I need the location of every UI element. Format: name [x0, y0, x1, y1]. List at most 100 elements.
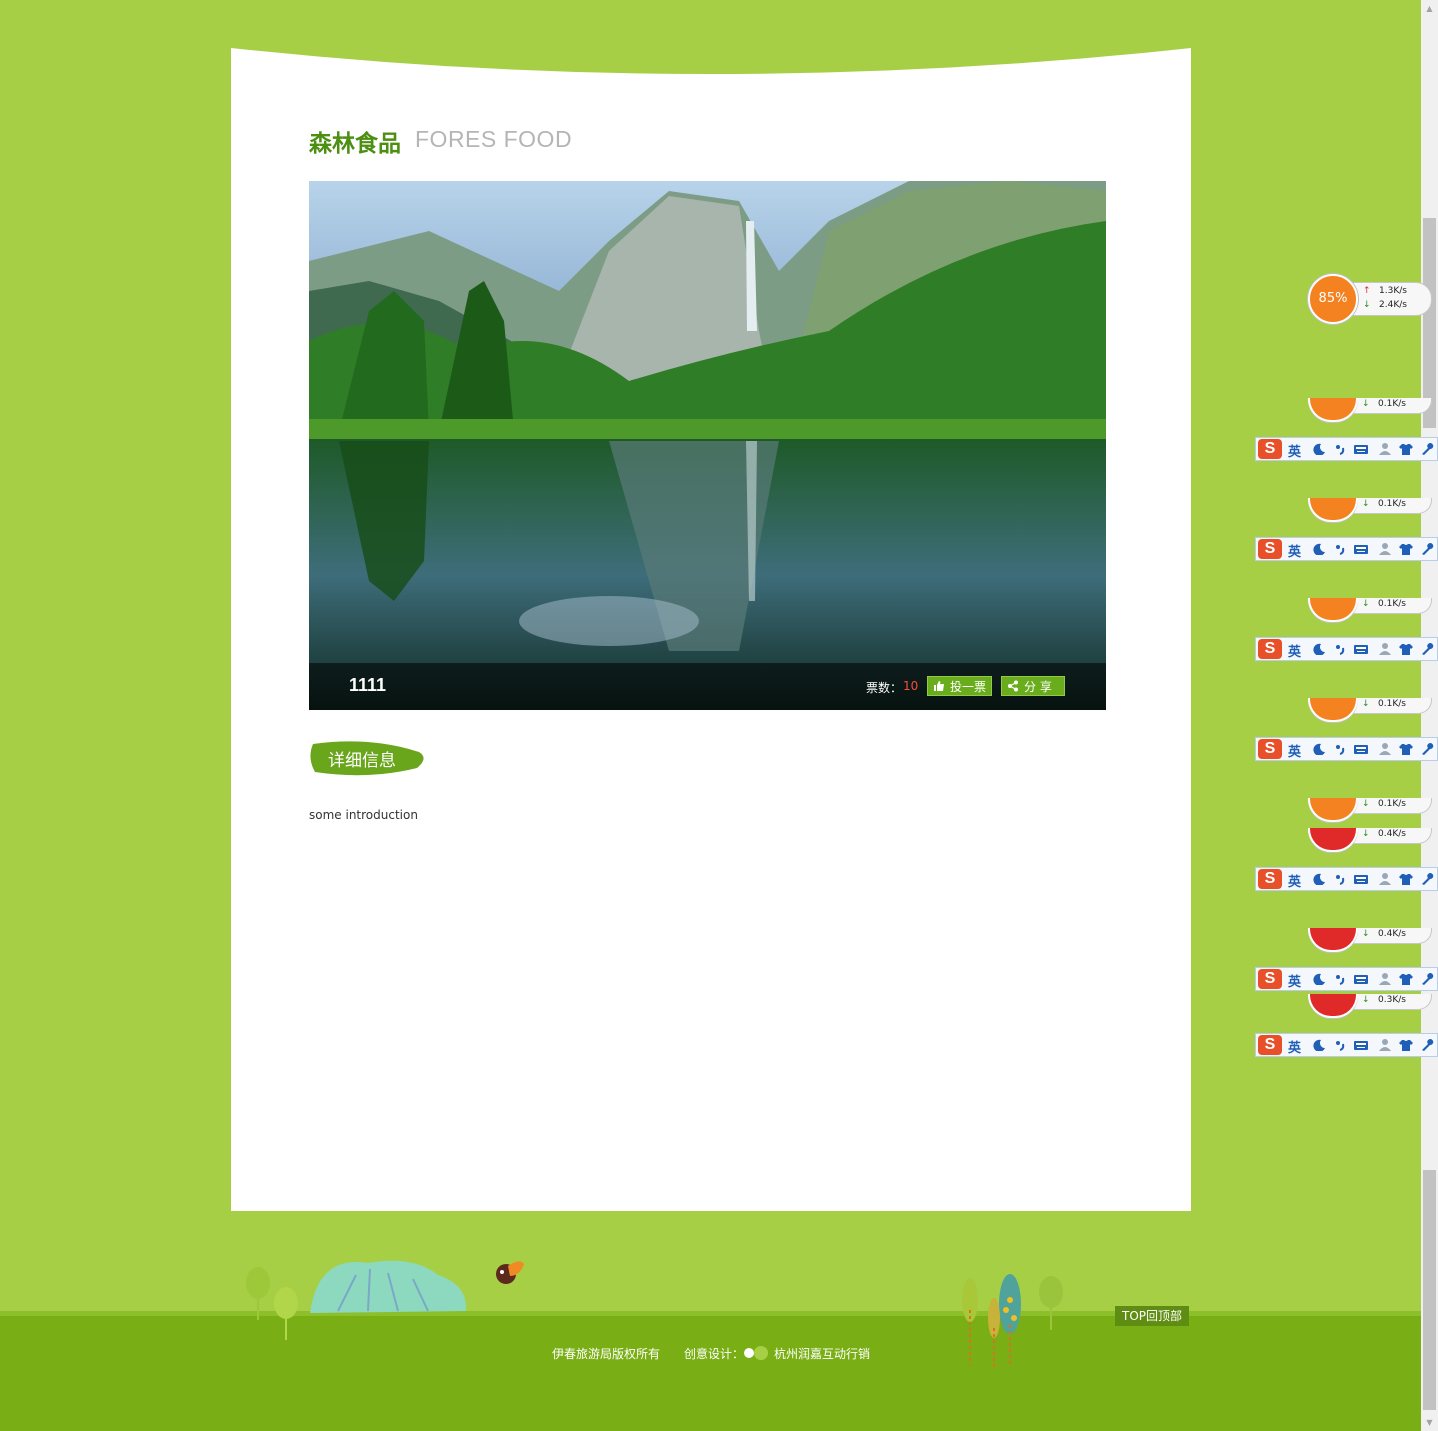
- download-arrow-icon: ↓: [1362, 799, 1370, 809]
- scrollbar-thumb[interactable]: [1423, 218, 1436, 428]
- download-arrow-icon: ↓: [1362, 929, 1370, 939]
- share-button-label: 分 享: [1024, 680, 1052, 694]
- user-icon[interactable]: [1378, 543, 1392, 555]
- wrench-icon[interactable]: [1420, 973, 1434, 985]
- ime-mode-label[interactable]: 英: [1288, 541, 1301, 560]
- ime-mode-label[interactable]: 英: [1288, 1037, 1301, 1056]
- wrench-icon[interactable]: [1420, 1039, 1434, 1051]
- moon-icon[interactable]: [1312, 973, 1326, 985]
- punctuation-icon[interactable]: [1334, 873, 1348, 885]
- details-tab-label: 详细信息: [328, 751, 396, 771]
- moon-icon[interactable]: [1312, 543, 1326, 555]
- punctuation-icon[interactable]: [1334, 973, 1348, 985]
- punctuation-icon[interactable]: [1334, 443, 1348, 455]
- ime-mode-label[interactable]: 英: [1288, 441, 1301, 460]
- ime-toolbar[interactable]: S 英: [1255, 867, 1438, 891]
- monitor-remnant: ↓ 0.1K/s: [1308, 398, 1436, 422]
- punctuation-icon[interactable]: [1334, 543, 1348, 555]
- skin-shirt-icon[interactable]: [1399, 643, 1413, 655]
- monitor-remnant: ↓ 0.4K/s: [1308, 928, 1436, 952]
- punctuation-icon[interactable]: [1334, 643, 1348, 655]
- memory-percent-badge: 85%: [1308, 274, 1358, 324]
- skin-shirt-icon[interactable]: [1399, 873, 1413, 885]
- keyboard-icon[interactable]: [1354, 743, 1368, 755]
- remnant-rate: 0.1K/s: [1378, 499, 1406, 509]
- footer: [0, 1311, 1421, 1431]
- scroll-down-arrow-icon[interactable]: ▼: [1421, 1414, 1438, 1431]
- ime-toolbar[interactable]: S 英: [1255, 967, 1438, 991]
- user-icon[interactable]: [1378, 1039, 1392, 1051]
- wrench-icon[interactable]: [1420, 543, 1434, 555]
- moon-icon[interactable]: [1312, 873, 1326, 885]
- user-icon[interactable]: [1378, 973, 1392, 985]
- skin-shirt-icon[interactable]: [1399, 443, 1413, 455]
- design-credit-label: 创意设计：: [684, 1347, 745, 1361]
- sogou-logo-icon: S: [1258, 1035, 1282, 1055]
- keyboard-icon[interactable]: [1354, 873, 1368, 885]
- ime-toolbar[interactable]: S 英: [1255, 737, 1438, 761]
- ime-toolbar[interactable]: S 英: [1255, 637, 1438, 661]
- punctuation-icon[interactable]: [1334, 1039, 1348, 1051]
- back-to-top-button[interactable]: TOP回顶部: [1115, 1306, 1189, 1326]
- ime-mode-label[interactable]: 英: [1288, 871, 1301, 890]
- ime-toolbar[interactable]: S 英: [1255, 537, 1438, 561]
- moon-icon[interactable]: [1312, 1039, 1326, 1051]
- wrench-icon[interactable]: [1420, 743, 1434, 755]
- scroll-up-arrow-icon[interactable]: ▲: [1421, 0, 1438, 17]
- moon-icon[interactable]: [1312, 443, 1326, 455]
- skin-shirt-icon[interactable]: [1399, 743, 1413, 755]
- user-icon[interactable]: [1378, 643, 1392, 655]
- keyboard-icon[interactable]: [1354, 1039, 1368, 1051]
- remnant-rate: 0.4K/s: [1378, 829, 1406, 839]
- sogou-logo-icon: S: [1258, 539, 1282, 559]
- user-icon[interactable]: [1378, 443, 1392, 455]
- trees-and-bush-illustration: [246, 1260, 467, 1340]
- entry-photo: 1111 票数： 10 投一票 分 享: [309, 181, 1106, 710]
- keyboard-icon[interactable]: [1354, 643, 1368, 655]
- user-icon[interactable]: [1378, 743, 1392, 755]
- upload-rate: 1.3K/s: [1379, 286, 1407, 296]
- keyboard-icon[interactable]: [1354, 973, 1368, 985]
- remnant-rate: 0.4K/s: [1378, 929, 1406, 939]
- share-button[interactable]: 分 享: [1001, 676, 1065, 696]
- download-arrow-icon: ↓: [1362, 699, 1370, 709]
- monitor-remnant: ↓ 0.1K/s: [1308, 598, 1436, 622]
- sogou-logo-icon: S: [1258, 739, 1282, 759]
- remnant-rate: 0.1K/s: [1378, 599, 1406, 609]
- ime-mode-label[interactable]: 英: [1288, 741, 1301, 760]
- entry-name: 1111: [349, 675, 387, 695]
- moon-icon[interactable]: [1312, 643, 1326, 655]
- monitor-remnant: ↓ 0.1K/s: [1308, 498, 1436, 522]
- skin-shirt-icon[interactable]: [1399, 973, 1413, 985]
- keyboard-icon[interactable]: [1354, 543, 1368, 555]
- ime-mode-label[interactable]: 英: [1288, 641, 1301, 660]
- ime-toolbar[interactable]: S 英: [1255, 437, 1438, 461]
- download-arrow-icon: ↓: [1363, 300, 1371, 310]
- footer-divider: [0, 1311, 1421, 1316]
- scrollbar-thumb-lower[interactable]: [1423, 1170, 1436, 1410]
- landscape-image: [309, 181, 1106, 710]
- bird-icon: [496, 1261, 524, 1284]
- designer-logo-icon: [744, 1346, 768, 1360]
- wrench-icon[interactable]: [1420, 643, 1434, 655]
- ime-toolbar[interactable]: S 英: [1255, 1033, 1438, 1057]
- moon-icon[interactable]: [1312, 743, 1326, 755]
- wrench-icon[interactable]: [1420, 873, 1434, 885]
- download-arrow-icon: ↓: [1362, 995, 1370, 1005]
- design-company-link[interactable]: 杭州润嘉互动行销: [774, 1345, 870, 1362]
- share-icon: [1008, 680, 1018, 692]
- skin-shirt-icon[interactable]: [1399, 1039, 1413, 1051]
- skin-shirt-icon[interactable]: [1399, 543, 1413, 555]
- sogou-logo-icon: S: [1258, 639, 1282, 659]
- photo-info-bar: 1111 票数： 10 投一票 分 享: [309, 663, 1106, 710]
- vote-button[interactable]: 投一票: [927, 676, 992, 696]
- network-monitor-widget[interactable]: ↑ 1.3K/s ↓ 2.4K/s + 85%: [1308, 274, 1436, 324]
- punctuation-icon[interactable]: [1334, 743, 1348, 755]
- keyboard-icon[interactable]: [1354, 443, 1368, 455]
- colorful-trees-illustration: [962, 1274, 1063, 1368]
- votes-count: 10: [903, 679, 919, 693]
- thumbs-up-icon: [934, 681, 944, 691]
- wrench-icon[interactable]: [1420, 443, 1434, 455]
- user-icon[interactable]: [1378, 873, 1392, 885]
- ime-mode-label[interactable]: 英: [1288, 971, 1301, 990]
